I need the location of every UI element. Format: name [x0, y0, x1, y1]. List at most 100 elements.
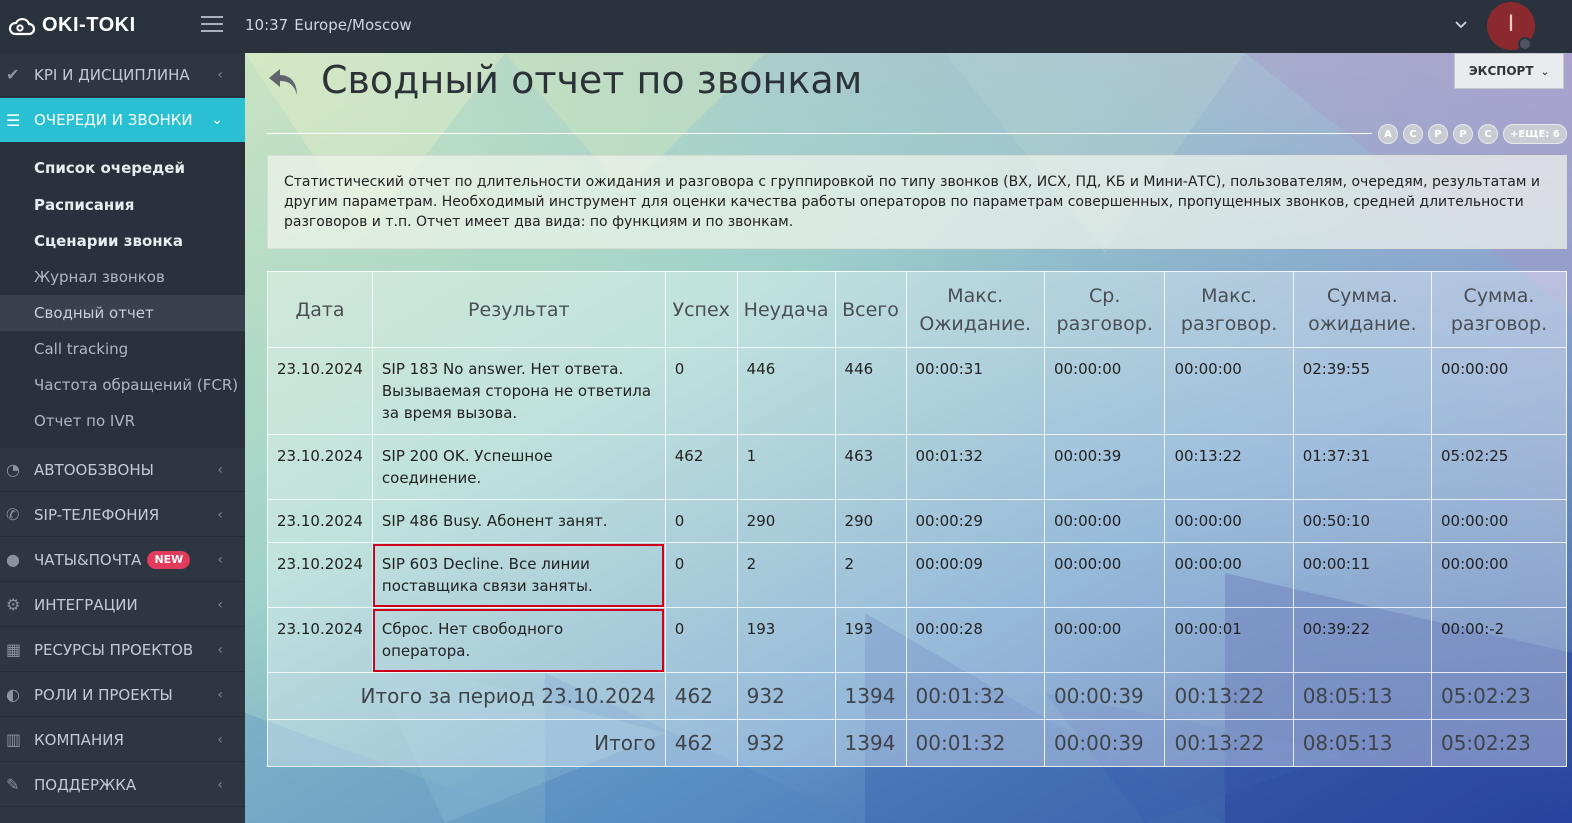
- cell-max-talk: 00:00:00: [1164, 499, 1294, 543]
- sidebar: ✔ KPI И ДИСЦИПЛИНА ‹ ☰ ОЧЕРЕДИ И ЗВОНКИ …: [0, 53, 245, 823]
- cell-sum-wait: 08:05:13: [1292, 719, 1432, 767]
- cell-fail: 193: [736, 607, 836, 673]
- submenu-item-call-log[interactable]: Журнал звонков: [0, 259, 245, 295]
- cell-total: 1394: [834, 719, 907, 767]
- sidebar-item-label: KPI И ДИСЦИПЛИНА: [34, 65, 190, 84]
- filter-chip[interactable]: С: [1403, 124, 1423, 144]
- cell-success: 0: [664, 542, 738, 608]
- column-header-success[interactable]: Успех: [664, 271, 738, 348]
- avatar-initial: I: [1507, 12, 1515, 37]
- submenu-item-call-scenarios[interactable]: Сценарии звонка: [0, 223, 245, 259]
- cell-date: 23.10.2024: [267, 434, 373, 500]
- cell-result: SIP 603 Decline. Все линии поставщика св…: [371, 542, 666, 608]
- column-header-fail[interactable]: Неудача: [736, 271, 836, 348]
- cell-sum-talk: 00:00:00: [1430, 542, 1568, 608]
- menu-toggle-icon[interactable]: [201, 16, 223, 34]
- sidebar-item-support[interactable]: ✎ ПОДДЕРЖКА ‹: [0, 763, 245, 807]
- cell-fail: 290: [736, 499, 836, 543]
- more-filters-chip[interactable]: +ЕЩЕ: 6: [1503, 124, 1567, 144]
- sidebar-item-label: РЕСУРСЫ ПРОЕКТОВ: [34, 640, 194, 659]
- submenu-item-fcr[interactable]: Частота обращений (FCR): [0, 367, 245, 403]
- filter-chip[interactable]: А: [1378, 124, 1398, 144]
- cell-fail: 446: [736, 347, 836, 435]
- wrench-icon: ✎: [6, 775, 20, 794]
- main-content: Сводный отчет по звонкам ЭКСПОРТ ⌄ А С Р…: [245, 53, 1572, 823]
- column-header-date[interactable]: Дата: [267, 271, 373, 348]
- clock-timezone: Europe/Moscow: [294, 16, 412, 34]
- cell-avg-talk: 00:00:39: [1043, 672, 1166, 720]
- cell-date: 23.10.2024: [267, 347, 373, 435]
- cogs-icon: ⚙: [6, 595, 21, 614]
- cell-fail: 2: [736, 542, 836, 608]
- table-row: 23.10.2024 SIP 200 OK. Успешное соединен…: [267, 434, 1568, 500]
- cell-sum-talk: 05:02:23: [1430, 672, 1568, 720]
- check-icon: ✔: [6, 65, 20, 84]
- submenu-item-queue-list[interactable]: Список очередей: [0, 150, 245, 186]
- clock-icon: ◔: [6, 460, 20, 479]
- cell-sum-wait: 01:37:31: [1292, 434, 1432, 500]
- cell-max-talk: 00:13:22: [1164, 672, 1294, 720]
- chevron-down-icon[interactable]: [1455, 18, 1469, 32]
- filter-chip[interactable]: Р: [1428, 124, 1448, 144]
- sidebar-item-company[interactable]: ▥ КОМПАНИЯ ‹: [0, 718, 245, 762]
- chevron-left-icon: ‹: [217, 686, 223, 703]
- table-header-row: Дата Результат Успех Неудача Всего Макс.…: [267, 271, 1568, 348]
- cell-sum-wait: 00:39:22: [1292, 607, 1432, 673]
- cell-max-talk: 00:13:22: [1164, 434, 1294, 500]
- column-header-max-wait[interactable]: Макс. Ожидание.: [905, 271, 1045, 348]
- cell-max-wait: 00:00:29: [905, 499, 1045, 543]
- sidebar-item-autodial[interactable]: ◔ АВТООБЗВОНЫ ‹: [0, 448, 245, 492]
- logo[interactable]: OKI-TOKI: [8, 14, 136, 37]
- sidebar-item-kpi[interactable]: ✔ KPI И ДИСЦИПЛИНА ‹: [0, 53, 245, 97]
- chevron-left-icon: ‹: [217, 506, 223, 523]
- cell-sum-talk: 00:00:00: [1430, 499, 1568, 543]
- chevron-left-icon: ‹: [217, 596, 223, 613]
- top-bar: OKI-TOKI 10:37 Europe/Moscow I: [0, 0, 1572, 53]
- submenu-item-summary-report[interactable]: Сводный отчет: [0, 295, 245, 331]
- sidebar-item-roles[interactable]: ◐ РОЛИ И ПРОЕКТЫ ‹: [0, 673, 245, 717]
- cell-fail: 1: [736, 434, 836, 500]
- sidebar-item-integrations[interactable]: ⚙ ИНТЕГРАЦИИ ‹: [0, 583, 245, 627]
- cell-max-wait: 00:01:32: [905, 672, 1045, 720]
- submenu-item-call-tracking[interactable]: Call tracking: [0, 331, 245, 367]
- submenu-item-ivr-report[interactable]: Отчет по IVR: [0, 403, 245, 439]
- export-label: ЭКСПОРТ: [1468, 64, 1534, 78]
- cell-max-talk: 00:13:22: [1164, 719, 1294, 767]
- filter-chip[interactable]: С: [1478, 124, 1498, 144]
- sidebar-item-chats[interactable]: ● ЧАТЫ&ПОЧТА NEW ‹: [0, 538, 245, 582]
- period-total-row: Итого за период 23.10.2024 462 932 1394 …: [267, 672, 1568, 720]
- brand-name: OKI-TOKI: [42, 14, 136, 36]
- export-button[interactable]: ЭКСПОРТ ⌄: [1454, 53, 1564, 89]
- cell-total: 463: [834, 434, 907, 500]
- sidebar-item-project-resources[interactable]: ▦ РЕСУРСЫ ПРОЕКТОВ ‹: [0, 628, 245, 672]
- cell-date: 23.10.2024: [267, 499, 373, 543]
- clock-time: 10:37: [245, 16, 289, 34]
- back-arrow-icon[interactable]: [266, 65, 302, 99]
- cell-fail: 932: [736, 672, 836, 720]
- chevron-left-icon: ‹: [217, 551, 223, 568]
- cell-success: 462: [664, 434, 738, 500]
- table-row-highlighted: 23.10.2024 Сброс. Нет свободного операто…: [267, 607, 1568, 673]
- cell-max-wait: 00:00:09: [905, 542, 1045, 608]
- cell-avg-talk: 00:00:00: [1043, 542, 1166, 608]
- sidebar-item-queues[interactable]: ☰ ОЧЕРЕДИ И ЗВОНКИ ⌄: [0, 98, 245, 142]
- column-header-sum-talk[interactable]: Сумма. разговор.: [1430, 271, 1568, 348]
- filter-chip[interactable]: Р: [1453, 124, 1473, 144]
- sidebar-item-sip[interactable]: ✆ SIP-ТЕЛЕФОНИЯ ‹: [0, 493, 245, 537]
- page-title: Сводный отчет по звонкам: [321, 58, 863, 102]
- column-header-avg-talk[interactable]: Ср. разговор.: [1043, 271, 1166, 348]
- sidebar-item-label: ПОДДЕРЖКА: [34, 775, 137, 794]
- column-header-result[interactable]: Результат: [371, 271, 666, 348]
- cell-success: 462: [664, 719, 738, 767]
- cell-success: 0: [664, 347, 738, 435]
- column-header-total[interactable]: Всего: [834, 271, 907, 348]
- chevron-down-icon: ⌄: [211, 112, 223, 128]
- column-header-max-talk[interactable]: Макс. разговор.: [1164, 271, 1294, 348]
- column-header-sum-wait[interactable]: Сумма. ожидание.: [1292, 271, 1432, 348]
- new-badge: NEW: [147, 550, 191, 569]
- cell-total: 290: [834, 499, 907, 543]
- report-page: Сводный отчет по звонкам ЭКСПОРТ ⌄ А С Р…: [245, 53, 1572, 823]
- sidebar-item-label: ЧАТЫ&ПОЧТА: [34, 550, 142, 569]
- cell-success: 462: [664, 672, 738, 720]
- submenu-item-schedules[interactable]: Расписания: [0, 187, 245, 223]
